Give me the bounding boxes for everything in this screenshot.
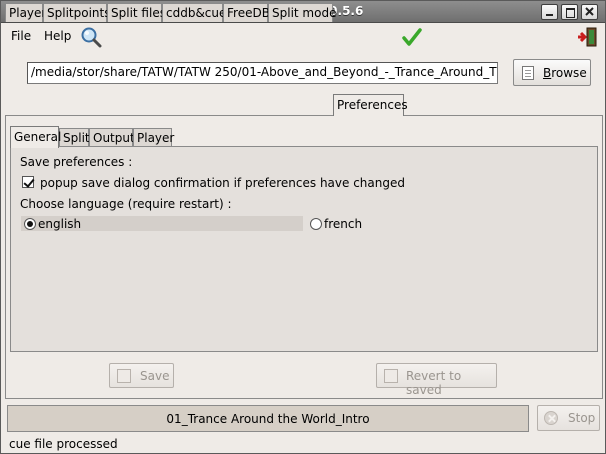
popup-save-checkbox[interactable] <box>22 176 34 188</box>
check-icon <box>401 26 423 48</box>
status-message: cue file processed <box>9 437 118 451</box>
revert-icon <box>384 369 398 383</box>
browse-label: Browse <box>543 66 587 80</box>
app-window: mp3splt-gtk 0.5.6 File Help <box>0 0 606 454</box>
french-radio[interactable] <box>310 218 322 230</box>
menu-file[interactable]: File <box>11 29 31 43</box>
english-radio[interactable] <box>24 218 36 230</box>
popup-save-checkbox-label[interactable]: popup save dialog confirmation if prefer… <box>40 176 405 190</box>
revert-button[interactable]: Revert to saved <box>376 363 497 397</box>
tab-cddb-cue[interactable]: cddb&cue <box>162 3 226 22</box>
maximize-button[interactable] <box>561 4 578 20</box>
stop-icon <box>544 411 558 425</box>
tab-pref-player[interactable]: Player <box>133 128 174 147</box>
current-track-bar: 01_Trance Around the World_Intro <box>7 405 529 432</box>
search-icon[interactable] <box>80 26 102 48</box>
tab-split-mode[interactable]: Split mode <box>268 3 336 22</box>
file-path-input[interactable]: /media/stor/share/TATW/TATW 250/01-Above… <box>27 62 498 84</box>
tab-pref-general[interactable]: General <box>10 126 61 148</box>
save-icon <box>117 369 131 383</box>
english-radio-label[interactable]: english <box>38 217 81 231</box>
document-icon <box>522 66 534 80</box>
close-icon <box>585 7 594 16</box>
tab-preferences[interactable]: Preferences <box>333 94 408 116</box>
minimize-button[interactable] <box>541 4 558 20</box>
tab-player[interactable]: Player <box>5 3 46 22</box>
tab-splitpoints[interactable]: Splitpoints <box>43 3 110 22</box>
tab-split-files[interactable]: Split files <box>107 3 166 22</box>
save-preferences-heading: Save preferences : <box>20 155 133 169</box>
save-button[interactable]: Save <box>109 363 174 388</box>
menu-bar: File Help <box>1 24 605 50</box>
stop-button[interactable]: Stop <box>537 405 600 431</box>
tab-freedb[interactable]: FreeDB <box>223 3 270 22</box>
browse-button[interactable]: Browse <box>513 59 591 86</box>
menu-help[interactable]: Help <box>44 29 71 43</box>
tab-pref-output[interactable]: Output <box>89 128 135 147</box>
language-heading: Choose language (require restart) : <box>20 197 232 211</box>
exit-icon[interactable] <box>577 26 599 48</box>
tab-pref-split[interactable]: Split <box>59 128 90 147</box>
french-radio-label[interactable]: french <box>324 217 362 231</box>
close-button[interactable] <box>581 4 598 20</box>
